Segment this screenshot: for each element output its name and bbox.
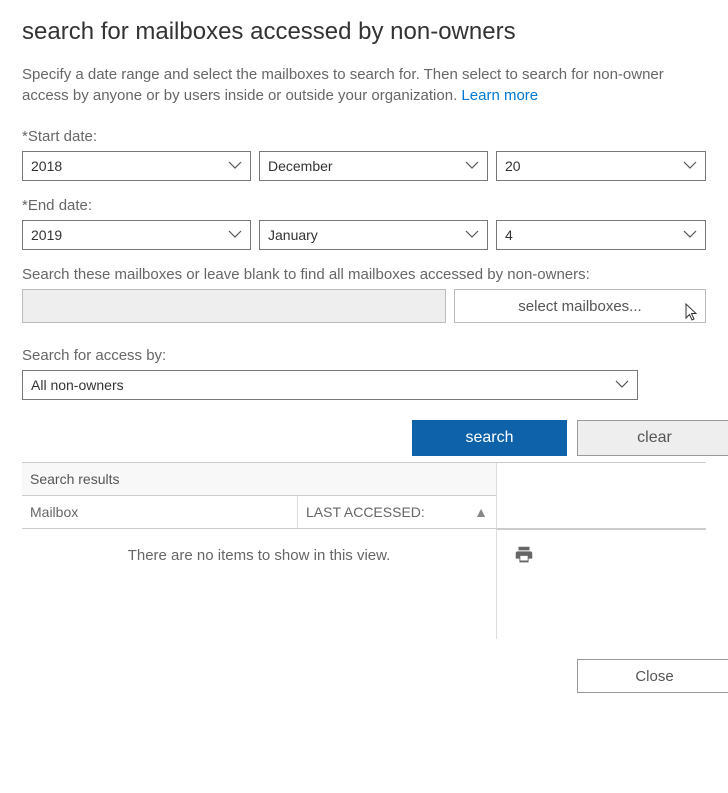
select-mailboxes-button[interactable]: select mailboxes...: [454, 289, 706, 323]
end-date-label: *End date:: [22, 197, 706, 214]
sort-asc-icon: ▲: [474, 504, 488, 520]
search-button-label: search: [465, 429, 513, 447]
start-day-value: 20: [505, 158, 521, 174]
intro-body: Specify a date range and select the mail…: [22, 66, 664, 104]
chevron-down-icon: [226, 225, 244, 243]
column-last-accessed-label: LAST ACCESSED:: [306, 504, 425, 520]
clear-button[interactable]: clear: [577, 420, 728, 456]
chevron-down-icon: [681, 156, 699, 174]
start-day-select[interactable]: 20: [496, 151, 706, 181]
end-day-value: 4: [505, 227, 513, 243]
start-month-select[interactable]: December: [259, 151, 488, 181]
cursor-icon: [681, 301, 701, 330]
chevron-down-icon: [463, 156, 481, 174]
search-button[interactable]: search: [412, 420, 567, 456]
start-year-value: 2018: [31, 158, 62, 174]
end-year-value: 2019: [31, 227, 62, 243]
select-mailboxes-label: select mailboxes...: [518, 298, 641, 315]
start-month-value: December: [268, 158, 333, 174]
chevron-down-icon: [463, 225, 481, 243]
end-month-select[interactable]: January: [259, 220, 488, 250]
start-year-select[interactable]: 2018: [22, 151, 251, 181]
results-empty-message: There are no items to show in this view.: [22, 529, 497, 639]
access-by-select[interactable]: All non-owners: [22, 370, 638, 400]
intro-text: Specify a date range and select the mail…: [22, 64, 706, 106]
end-day-select[interactable]: 4: [496, 220, 706, 250]
end-month-value: January: [268, 227, 318, 243]
access-by-value: All non-owners: [31, 377, 124, 393]
mailboxes-label: Search these mailboxes or leave blank to…: [22, 266, 706, 283]
close-button[interactable]: Close: [577, 659, 728, 693]
print-icon[interactable]: [513, 549, 535, 571]
chevron-down-icon: [681, 225, 699, 243]
chevron-down-icon: [226, 156, 244, 174]
search-results-header: Search results: [22, 463, 497, 496]
close-button-label: Close: [635, 668, 673, 685]
mailboxes-input[interactable]: [22, 289, 446, 323]
access-by-label: Search for access by:: [22, 347, 706, 364]
page-title: search for mailboxes accessed by non-own…: [22, 18, 706, 46]
end-year-select[interactable]: 2019: [22, 220, 251, 250]
chevron-down-icon: [613, 375, 631, 393]
column-mailbox[interactable]: Mailbox: [22, 496, 298, 528]
column-last-accessed[interactable]: LAST ACCESSED: ▲: [298, 496, 497, 528]
clear-button-label: clear: [637, 429, 672, 447]
start-date-label: *Start date:: [22, 128, 706, 145]
learn-more-link[interactable]: Learn more: [461, 87, 538, 104]
